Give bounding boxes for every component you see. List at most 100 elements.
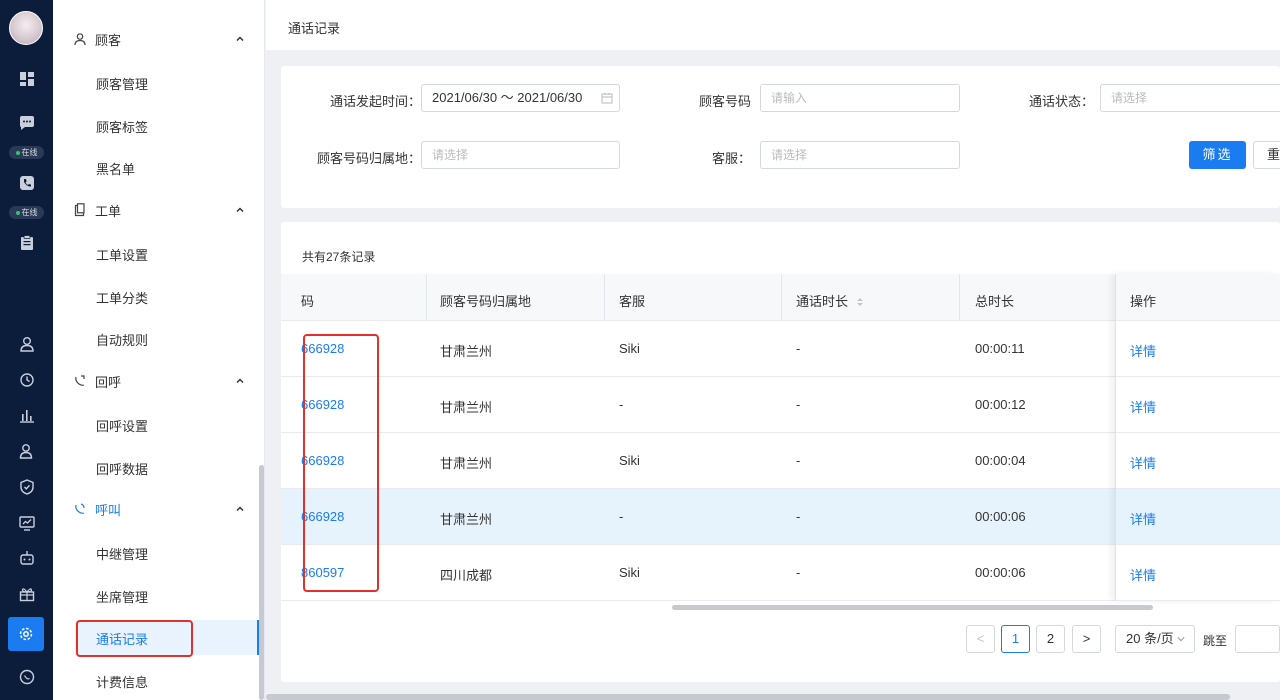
- page-2-button[interactable]: 2: [1036, 625, 1065, 653]
- agent-icon[interactable]: [0, 440, 53, 462]
- column-header-agent: 客服: [619, 294, 646, 309]
- page-horizontal-scrollbar[interactable]: [266, 694, 1230, 700]
- chevron-up-icon: [236, 378, 244, 384]
- icon-rail: 在线 在线: [0, 0, 53, 700]
- reset-button[interactable]: 重: [1253, 141, 1280, 169]
- sidebar-item-customer-tags[interactable]: 顾客标签: [96, 117, 148, 136]
- total-duration-cell: 00:00:12: [975, 397, 1026, 412]
- message-icon[interactable]: [0, 666, 53, 688]
- sidebar-item-trunk-management[interactable]: 中继管理: [96, 544, 148, 563]
- total-duration-cell: 00:00:11: [975, 341, 1025, 356]
- duration-cell: -: [796, 565, 801, 580]
- customer-region-select[interactable]: 请选择: [421, 141, 620, 169]
- bar-chart-icon[interactable]: [0, 404, 53, 426]
- region-cell: 甘肃兰州: [440, 400, 493, 415]
- agent-cell: Siki: [619, 565, 640, 580]
- chat-icon[interactable]: [0, 112, 53, 134]
- sort-icon[interactable]: [856, 297, 864, 307]
- clipboard-icon: [74, 203, 85, 217]
- customer-number-input[interactable]: 请输入: [760, 84, 960, 112]
- page-header: 通话记录: [266, 0, 1280, 50]
- menu-group-call[interactable]: 呼叫: [53, 494, 264, 524]
- user-icon: [74, 33, 86, 46]
- clipboard-icon[interactable]: [0, 232, 53, 254]
- settings-icon[interactable]: [8, 617, 44, 651]
- sidebar-item-blacklist[interactable]: 黑名单: [96, 159, 135, 178]
- sidebar-scrollbar[interactable]: [259, 465, 264, 700]
- chevron-up-icon: [236, 36, 244, 42]
- phone-icon[interactable]: [0, 172, 53, 194]
- region-cell: 甘肃兰州: [440, 512, 493, 527]
- agent-select[interactable]: 请选择: [760, 141, 960, 169]
- call-status-select[interactable]: 请选择: [1100, 84, 1280, 112]
- duration-cell: -: [796, 341, 801, 356]
- customer-region-label: 顾客号码归属地：: [316, 151, 421, 166]
- online-status-badge[interactable]: 在线: [9, 146, 44, 159]
- dashboard-icon[interactable]: [0, 68, 53, 90]
- customer-region-placeholder: 请选择: [432, 148, 469, 162]
- agent-placeholder: 请选择: [771, 148, 808, 162]
- column-header-duration[interactable]: 通话时长: [796, 291, 864, 310]
- column-header-region: 顾客号码归属地: [440, 294, 532, 309]
- region-cell: 四川成都: [440, 568, 493, 583]
- sidebar-item-ticket-categories[interactable]: 工单分类: [96, 288, 148, 307]
- page-size-select[interactable]: 20 条/页: [1115, 625, 1195, 653]
- records-table-card: 共有27条记录 码 顾客号码归属地 客服 通话时长 总时长 操作 666928 …: [281, 222, 1280, 682]
- annotation-box: [303, 334, 379, 592]
- sidebar-item-seat-management[interactable]: 坐席管理: [96, 587, 148, 606]
- online-status-badge-2[interactable]: 在线: [9, 206, 44, 219]
- column-header-total: 总时长: [975, 294, 1015, 309]
- call-status-label: 通话状态：: [1028, 94, 1094, 109]
- jump-to-label: 跳至: [1203, 634, 1228, 648]
- page-size-value: 20 条/页: [1126, 631, 1174, 646]
- shield-icon[interactable]: [0, 476, 53, 498]
- jump-to-input[interactable]: [1235, 625, 1280, 653]
- total-duration-cell: 00:00:06: [975, 509, 1026, 524]
- sidebar-item-auto-rules[interactable]: 自动规则: [96, 330, 148, 349]
- filter-panel: 通话发起时间： 2021/06/30 ～ 2021/06/30 顾客号码 请输入…: [281, 66, 1280, 208]
- total-duration-cell: 00:00:04: [975, 453, 1026, 468]
- prev-page-button[interactable]: <: [966, 625, 995, 653]
- sidebar-item-callback-data[interactable]: 回呼数据: [96, 459, 148, 478]
- menu-group-label: 顾客: [95, 32, 122, 48]
- sidebar-item-customer-management[interactable]: 顾客管理: [96, 74, 148, 93]
- contact-icon[interactable]: [0, 333, 53, 355]
- menu-group-callback[interactable]: 回呼: [53, 366, 264, 396]
- agent-cell: Siki: [619, 341, 640, 356]
- sidebar-item-billing-info[interactable]: 计费信息: [96, 672, 148, 691]
- total-duration-cell: 00:00:06: [975, 565, 1026, 580]
- menu-group-customer[interactable]: 顾客: [53, 24, 264, 54]
- monitor-icon[interactable]: [0, 512, 53, 534]
- agent-label: 客服：: [711, 151, 751, 166]
- chevron-up-icon: [236, 207, 244, 213]
- menu-group-label: 回呼: [95, 374, 122, 390]
- menu-group-label: 工单: [95, 203, 122, 219]
- next-page-button[interactable]: >: [1072, 625, 1101, 653]
- table-horizontal-scrollbar[interactable]: [672, 605, 1153, 610]
- customer-number-label: 顾客号码: [698, 94, 751, 109]
- call-time-label: 通话发起时间：: [329, 94, 421, 109]
- customer-number-placeholder: 请输入: [771, 91, 808, 105]
- fixed-action-column-shadow: [1115, 274, 1280, 601]
- history-icon[interactable]: [0, 369, 53, 391]
- region-cell: 甘肃兰州: [440, 456, 493, 471]
- sidebar-item-callback-settings[interactable]: 回呼设置: [96, 416, 148, 435]
- column-divider: [781, 274, 782, 321]
- gift-icon[interactable]: [0, 583, 53, 605]
- call-icon: [75, 503, 85, 514]
- menu-group-ticket[interactable]: 工单: [53, 195, 264, 225]
- date-range-picker[interactable]: 2021/06/30 ～ 2021/06/30: [421, 84, 620, 112]
- sidebar-item-ticket-settings[interactable]: 工单设置: [96, 245, 148, 264]
- column-divider: [426, 274, 427, 321]
- record-count: 共有27条记录: [302, 250, 376, 264]
- column-header-duration-label: 通话时长: [796, 294, 849, 309]
- menu-group-label: 呼叫: [95, 502, 122, 518]
- chevron-up-icon: [236, 506, 244, 512]
- filter-button[interactable]: 筛选: [1189, 141, 1246, 169]
- duration-cell: -: [796, 509, 801, 524]
- page-1-button[interactable]: 1: [1001, 625, 1030, 653]
- robot-icon[interactable]: [0, 547, 53, 569]
- region-cell: 甘肃兰州: [440, 344, 493, 359]
- date-range-value: 2021/06/30 ～ 2021/06/30: [432, 90, 583, 105]
- avatar[interactable]: [9, 11, 43, 45]
